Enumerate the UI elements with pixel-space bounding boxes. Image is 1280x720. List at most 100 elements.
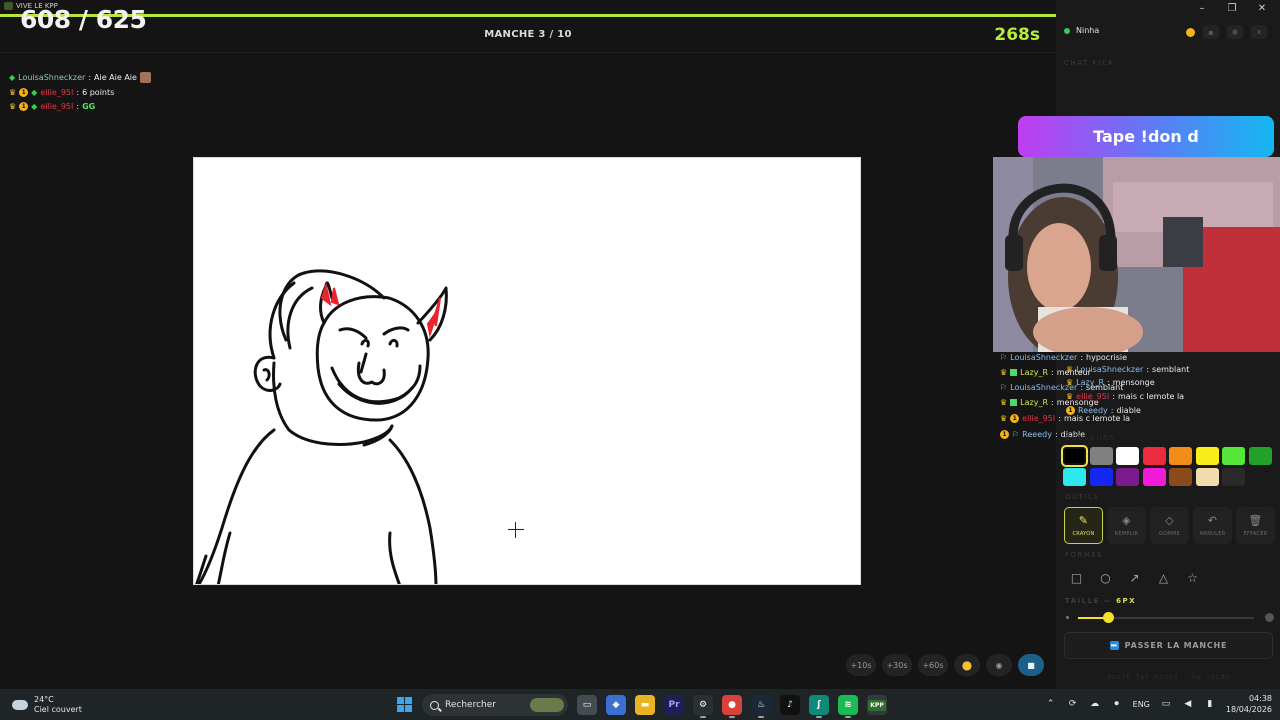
crown-badge-icon: ♛ — [9, 102, 17, 111]
premiere-pro-icon[interactable]: Pr — [664, 695, 684, 715]
sub-badge-icon: 1 — [1010, 414, 1020, 423]
settings-app-icon[interactable]: ⚙ — [693, 695, 713, 718]
credit-text: built for ninha · by reido — [1107, 673, 1230, 681]
close-icon[interactable]: ✕ — [1248, 0, 1276, 16]
network-icon[interactable]: ▭ — [1160, 698, 1172, 710]
stop-square-icon[interactable]: ■ — [1018, 654, 1044, 676]
color-swatch[interactable] — [1116, 447, 1139, 465]
file-explorer-icon[interactable]: ▬ — [635, 695, 655, 715]
clear-button[interactable]: 🗑 EFFACER — [1236, 507, 1275, 544]
crown-badge-icon: ♛ — [9, 88, 17, 97]
arrow-shape-icon[interactable]: ↗ — [1122, 566, 1147, 590]
empty-color-slot[interactable] — [1222, 468, 1245, 486]
color-swatch[interactable] — [1142, 447, 1166, 465]
steam-icon[interactable]: ♨ — [751, 695, 771, 718]
slider-knob[interactable] — [1102, 612, 1114, 623]
settings-gear-icon[interactable]: ✱ — [1227, 25, 1243, 39]
drawing-canvas[interactable] — [193, 157, 861, 585]
sync-icon[interactable]: ⟳ — [1067, 698, 1079, 710]
chat-username: LouisaShneckzer — [1010, 353, 1078, 362]
crown-badge-icon: ♛ — [1066, 392, 1074, 401]
pencil-tool-button[interactable]: ✎ CRAYON — [1064, 507, 1103, 544]
color-swatch[interactable] — [1116, 468, 1139, 486]
color-swatch[interactable] — [1063, 468, 1086, 486]
add-30s-button[interactable]: +30s — [882, 654, 912, 676]
color-swatch[interactable] — [1248, 447, 1272, 465]
gem-badge-icon: ◆ — [9, 73, 16, 82]
brush-size-slider[interactable] — [1064, 611, 1274, 625]
chat-username: Lazy_R — [1020, 368, 1049, 377]
eraser-tool-button[interactable]: ◇ GOMME — [1150, 507, 1189, 544]
volume-icon[interactable]: ◀ — [1182, 698, 1194, 710]
color-swatch[interactable] — [1169, 447, 1192, 465]
star-shape-icon[interactable]: ☆ — [1180, 566, 1205, 590]
taskbar-search[interactable]: Rechercher — [422, 694, 568, 716]
rectangle-shape-icon[interactable]: □ — [1064, 566, 1089, 590]
clock-time: 04:38 — [1248, 694, 1272, 703]
triangle-shape-icon[interactable]: △ — [1151, 566, 1176, 590]
tiktok-icon[interactable]: ♪ — [780, 695, 800, 715]
color-swatch[interactable] — [1142, 468, 1166, 486]
cursor-crosshair-icon — [508, 522, 524, 538]
kpp-app-icon[interactable]: KPP — [867, 695, 887, 715]
hint-bulb-icon[interactable]: ● — [954, 654, 980, 676]
chat-username: LouisaShneckzer — [1076, 365, 1144, 374]
overlay-chat-message: ♛ ellie_95I: mais c lemote la — [1066, 392, 1185, 401]
cloud-icon[interactable]: ☁ — [1089, 698, 1101, 710]
undo-button[interactable]: ↶ ANNULER — [1193, 507, 1232, 544]
chat-username: Reeedy — [1078, 406, 1108, 415]
maximize-icon[interactable]: ❐ — [1218, 0, 1246, 16]
dismiss-icon[interactable]: ✕ — [1251, 25, 1267, 39]
fill-tool-button[interactable]: ◈ REMPLIR — [1107, 507, 1146, 544]
menu-button[interactable]: ▪ — [1203, 25, 1219, 39]
sub-badge-icon: 1 — [19, 88, 29, 97]
crown-badge-icon: ♛ — [1066, 365, 1074, 374]
skip-round-button[interactable]: ⏭ PASSER LA MANCHE — [1064, 632, 1273, 659]
spotify-icon[interactable]: ≋ — [838, 695, 858, 718]
store-icon[interactable]: ◆ — [606, 695, 626, 715]
chat-message: ♛ 1 ◆ ellie_95I: GG — [9, 102, 96, 111]
windows-start-icon[interactable] — [397, 697, 413, 713]
trash-icon: 🗑 — [1248, 514, 1263, 527]
weather-widget[interactable]: 24°C Ciel couvert — [9, 695, 82, 715]
script-app-icon[interactable]: ʃ — [809, 695, 829, 718]
tools-label: OUTILS — [1065, 493, 1100, 501]
overlay-chat-message: 1 Reeedy: diable — [1066, 406, 1141, 415]
user-info: Ninha — [1064, 26, 1099, 35]
taskbar: 24°C Ciel couvert Rechercher ▭ ◆ ▬ Pr ⚙ … — [0, 689, 1280, 720]
large-size-icon — [1265, 613, 1274, 622]
color-swatch[interactable] — [1061, 445, 1088, 467]
tool-label: CRAYON — [1072, 531, 1095, 537]
reveal-eye-icon[interactable]: ◉ — [986, 654, 1012, 676]
task-view-icon[interactable]: ▭ — [577, 695, 597, 715]
color-swatch[interactable] — [1089, 468, 1113, 486]
clock[interactable]: 04:38 18/04/2026 — [1226, 693, 1272, 715]
color-swatch[interactable] — [1195, 447, 1219, 465]
battery-icon[interactable]: ▮ — [1204, 698, 1216, 710]
add-60s-button[interactable]: +60s — [918, 654, 948, 676]
ellipse-shape-icon[interactable]: ○ — [1093, 566, 1118, 590]
emote-icon — [139, 72, 151, 83]
add-10s-button[interactable]: +10s — [846, 654, 876, 676]
color-swatch[interactable] — [1222, 447, 1245, 465]
score-counter: 608 / 625 — [20, 5, 147, 34]
crown-badge-icon: ♛ — [1000, 398, 1008, 407]
size-caption: TAILLE — — [1065, 597, 1113, 605]
color-swatch[interactable] — [1169, 468, 1192, 486]
chrome-icon[interactable]: ● — [722, 695, 742, 718]
skip-icon: ⏭ — [1109, 641, 1119, 650]
language-indicator[interactable]: ENG — [1133, 700, 1150, 709]
microphone-icon[interactable]: ⏺ — [1111, 698, 1123, 710]
chevron-up-icon[interactable]: ⌃ — [1045, 698, 1057, 710]
chat-username: ellie_95I — [1022, 414, 1056, 423]
green-badge-icon — [1010, 399, 1018, 406]
color-palette — [1061, 445, 1272, 486]
cloudy-weather-icon — [9, 696, 28, 710]
minimize-icon[interactable]: – — [1188, 0, 1216, 16]
shape-bar: □ ○ ↗ △ ☆ — [1064, 566, 1205, 590]
tool-bar: ✎ CRAYON ◈ REMPLIR ◇ GOMME ↶ ANNULER 🗑 E… — [1064, 507, 1275, 544]
coin-icon — [1186, 27, 1195, 37]
color-swatch[interactable] — [1089, 447, 1113, 465]
small-size-icon — [1066, 616, 1069, 619]
color-swatch[interactable] — [1195, 468, 1219, 486]
